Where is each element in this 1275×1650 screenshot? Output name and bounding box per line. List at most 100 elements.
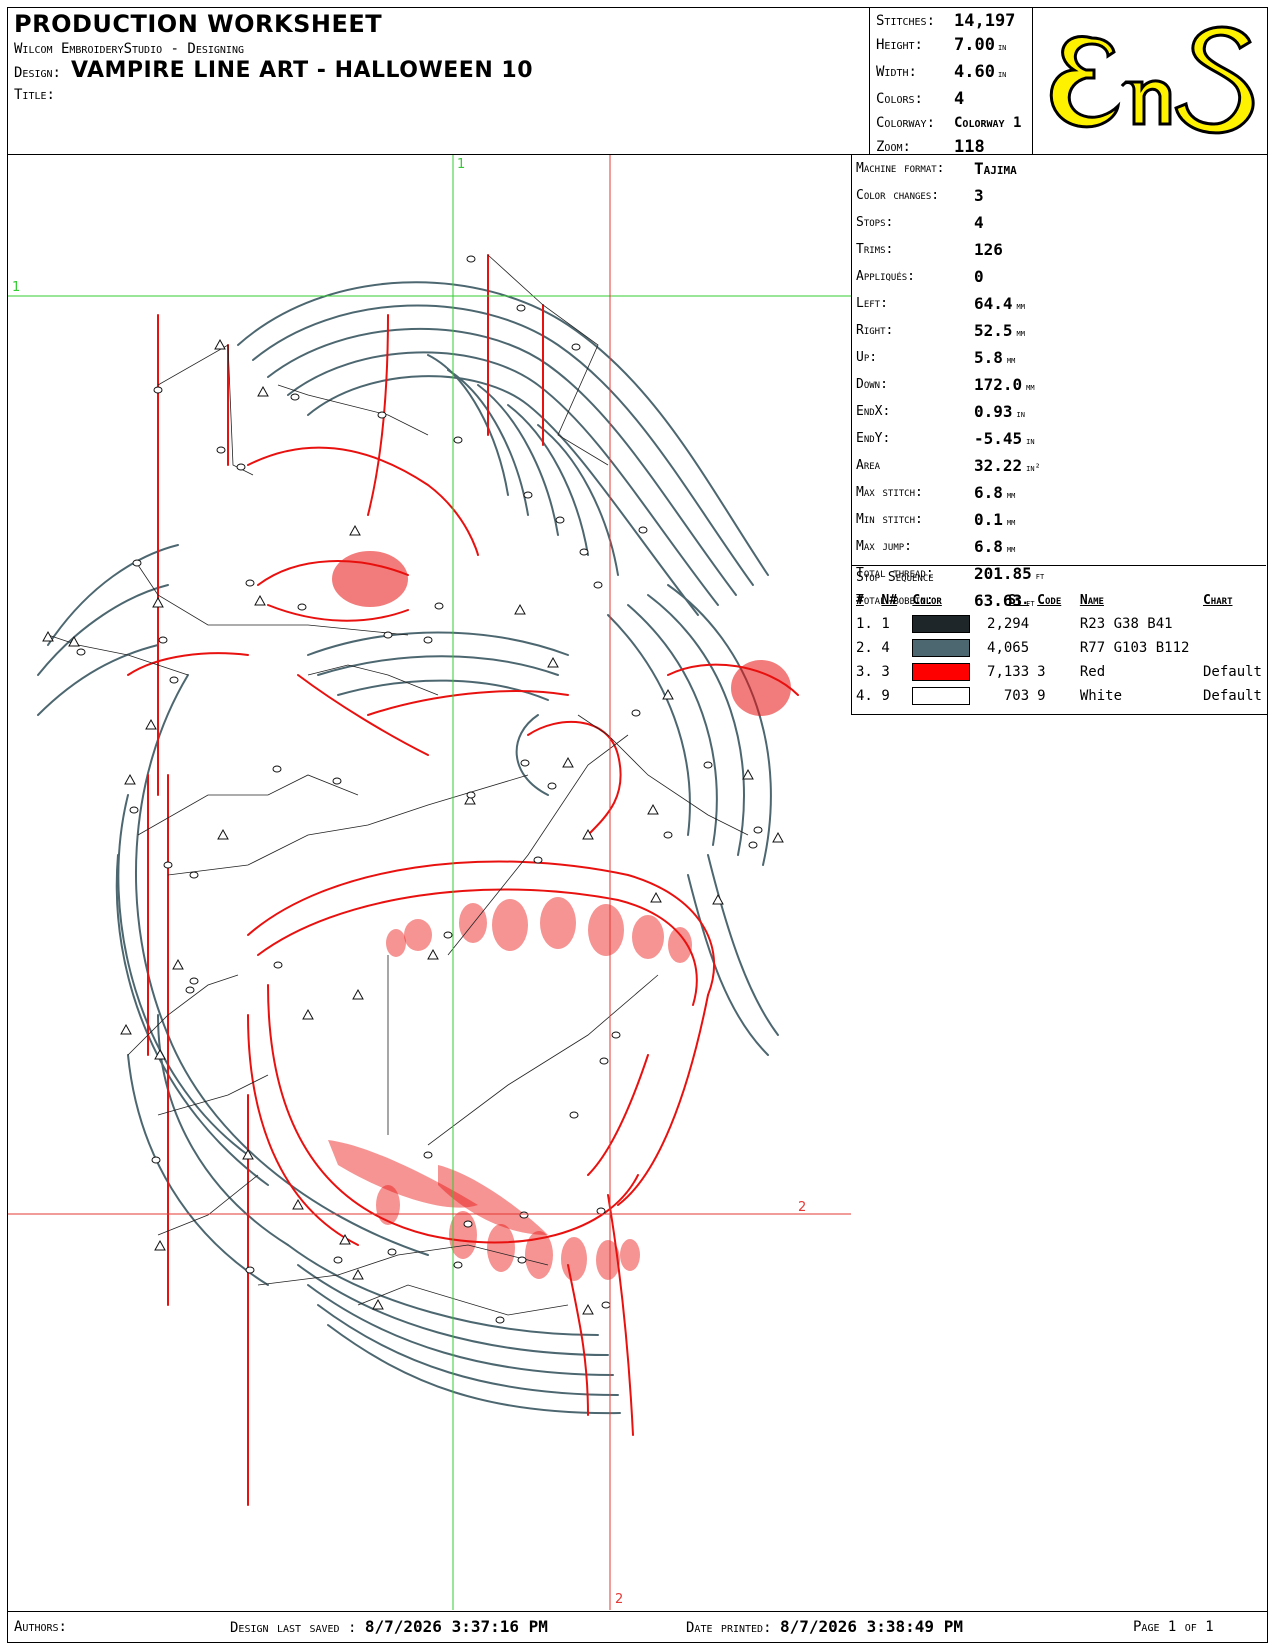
stat-value: Tajima [974, 159, 1017, 178]
stop-marker [647, 803, 659, 815]
stop-sequence-table: # N# Color St. Code Name Chart 1. 1 2,294 R… [856, 588, 1262, 708]
design-summary: Stitches: 14,197 Height: 7.00 in Width: 4.60… [871, 8, 1033, 157]
worksheet-header: PRODUCTION WORKSHEET Wilcom EmbroiderySt… [8, 8, 1267, 157]
stat-value: 6.8 [974, 537, 1003, 556]
stat-row: Max stitch: 6.8 mm [856, 481, 1263, 508]
stat-row: Trims: 126 [856, 238, 1263, 265]
summary-row: Height: 7.00 in [876, 33, 1027, 60]
col-header-number: # [856, 592, 864, 608]
stat-row: Up: 5.8 mm [856, 346, 1263, 373]
trim-marker [517, 1256, 527, 1264]
cell-needle: 9 [881, 688, 890, 704]
trim-marker [520, 759, 530, 767]
cell-name: R77 G103 B112 [1079, 640, 1190, 656]
trim-marker [555, 516, 565, 524]
stop-marker [372, 1298, 384, 1310]
trim-marker [611, 1031, 621, 1039]
stat-label: Min stitch: [856, 512, 923, 527]
col-header-chart: Chart [1202, 592, 1233, 608]
trim-marker [423, 636, 433, 644]
summary-value: 4 [954, 89, 965, 109]
stat-value: 172.0 [974, 375, 1023, 394]
cell-stitches: 703 [1003, 688, 1030, 704]
stat-row: Right: 52.5 mm [856, 319, 1263, 346]
stop-marker [352, 988, 364, 1000]
design-preview: 1 1 2 2 [8, 155, 851, 1610]
trim-marker [571, 343, 581, 351]
stat-label: Up: [856, 350, 878, 365]
trim-marker [463, 1220, 473, 1228]
table-row: 4. 9 703 9 White Default [856, 684, 1262, 708]
cell-number: 2. [856, 640, 873, 656]
trim-marker [151, 1156, 161, 1164]
stop-marker [172, 958, 184, 970]
stat-row: EndX: 0.93 in [856, 400, 1263, 427]
cell-name: White [1079, 688, 1123, 704]
trim-marker [387, 1248, 397, 1256]
stop-marker [349, 524, 361, 536]
software-name: Wilcom EmbroideryStudio - Designing [14, 41, 244, 57]
worksheet-title: PRODUCTION WORKSHEET [14, 10, 383, 38]
summary-value: 14,197 [954, 11, 1016, 31]
design-line: Design: VAMPIRE LINE ART - HALLOWEEN 10 [14, 60, 863, 84]
col-header-stitches: St. [1008, 592, 1030, 608]
stat-value: 0.93 [974, 402, 1013, 421]
last-saved: Design last saved : 8/7/2026 3:37:16 PM [230, 1612, 548, 1643]
stop-marker [742, 768, 754, 780]
cell-name: Red [1079, 664, 1106, 680]
date-printed-value: 8/7/2026 3:38:49 PM [779, 1617, 963, 1636]
stat-value: -5.45 [974, 429, 1023, 448]
cell-color [912, 660, 981, 684]
stat-value: 32.22 [974, 456, 1023, 475]
stat-label: Max stitch: [856, 485, 923, 500]
summary-label: Width: [876, 64, 917, 80]
stat-row: Down: 172.0 mm [856, 373, 1263, 400]
design-preview-canvas: 1 1 2 2 [8, 155, 851, 1610]
summary-value: 7.00 [954, 35, 995, 55]
table-row: 3. 3 7,133 3 Red Default [856, 660, 1262, 684]
cell-code: 3 [1037, 664, 1046, 680]
stat-value: 0.1 [974, 510, 1003, 529]
trim-marker [593, 581, 603, 589]
trim-marker [290, 393, 300, 401]
guide-lines: 1 1 2 2 [8, 155, 851, 1610]
stat-row: Max jump: 6.8 mm [856, 535, 1263, 562]
trim-marker [703, 761, 713, 769]
summary-label: Height: [876, 37, 923, 53]
stat-label: Appliqués: [856, 269, 916, 284]
stat-label: EndX: [856, 404, 891, 419]
stop-marker [152, 596, 164, 608]
stop-marker [352, 1268, 364, 1280]
statistics-panel: Machine format: Tajima Color changes: 3 Stop… [851, 155, 1267, 715]
ens-logo [1034, 8, 1267, 154]
cell-color [912, 612, 981, 636]
trim-marker [601, 1301, 611, 1309]
trim-marker [748, 841, 758, 849]
cell-name: R23 G38 B41 [1079, 616, 1173, 632]
cell-number: 1. [856, 616, 873, 632]
production-worksheet: PRODUCTION WORKSHEET Wilcom EmbroiderySt… [7, 7, 1268, 1643]
trim-marker [132, 559, 142, 567]
cell-color [912, 684, 981, 708]
stat-label: Left: [856, 296, 888, 311]
trim-marker [153, 386, 163, 394]
stat-label: Machine format: [856, 161, 945, 176]
trim-marker [423, 1151, 433, 1159]
table-row: 2. 4 4,065 R77 G103 B112 [856, 636, 1262, 660]
stat-unit: mm [1026, 382, 1035, 393]
stat-value: 3 [974, 186, 984, 205]
stop-marker [124, 773, 136, 785]
guide-label-h1: 1 [12, 280, 20, 295]
stat-unit: in² [1026, 463, 1041, 474]
stop-marker [214, 338, 226, 350]
stat-label: Area [856, 458, 881, 473]
stop-marker [302, 1008, 314, 1020]
summary-label: Colorway: [876, 115, 936, 131]
stat-unit: mm [1016, 301, 1025, 312]
stat-row: Left: 64.4 mm [856, 292, 1263, 319]
ens-logo-graphic [1034, 8, 1267, 154]
cell-number: 4. [856, 688, 873, 704]
summary-label: Stitches: [876, 13, 936, 29]
trim-marker [523, 491, 533, 499]
stop-marker [582, 1303, 594, 1315]
